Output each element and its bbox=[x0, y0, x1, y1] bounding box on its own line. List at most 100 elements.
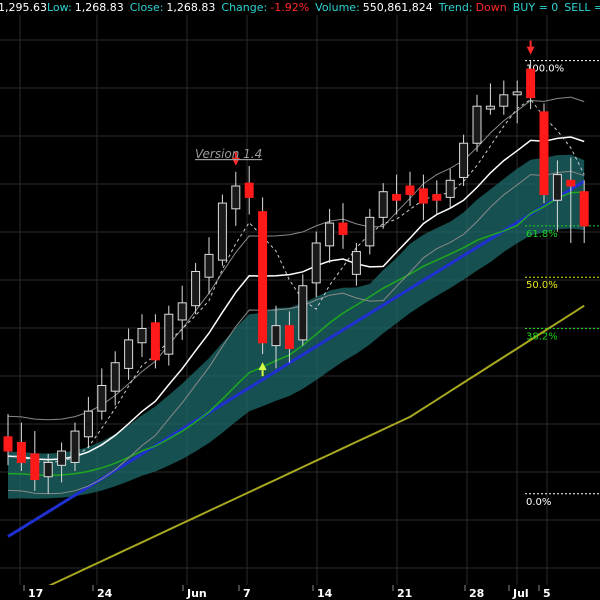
candle-body bbox=[150, 322, 160, 361]
cloud-area bbox=[8, 154, 585, 499]
candle bbox=[539, 103, 549, 204]
candle bbox=[512, 80, 522, 124]
x-tick-label: 5 bbox=[543, 587, 551, 600]
candle-body bbox=[539, 111, 549, 196]
ichimoku-cloud bbox=[8, 154, 585, 499]
candle bbox=[150, 314, 160, 369]
candle-body bbox=[83, 410, 93, 438]
candle-body bbox=[284, 325, 294, 349]
candle-body bbox=[57, 450, 67, 466]
x-tick-label: 7 bbox=[243, 587, 251, 600]
candle bbox=[311, 231, 321, 298]
header-low-value: 1,268.83 bbox=[75, 1, 124, 14]
candle-body bbox=[271, 325, 281, 347]
candle-body bbox=[311, 242, 321, 284]
x-tick-label: 21 bbox=[397, 587, 412, 600]
candle-body bbox=[70, 430, 80, 463]
candle bbox=[325, 208, 335, 263]
candle-body bbox=[405, 185, 415, 196]
quote-header: 1,295.63Low: 1,268.83 Close: 1,268.83 Change… bbox=[0, 0, 600, 15]
candle-body bbox=[499, 94, 509, 107]
candle-body bbox=[43, 461, 53, 478]
candle bbox=[124, 328, 134, 380]
candles bbox=[3, 60, 589, 494]
candle bbox=[231, 171, 241, 226]
candle bbox=[459, 134, 469, 186]
candle bbox=[499, 80, 509, 115]
candle-body bbox=[365, 216, 375, 247]
candle-body bbox=[432, 194, 442, 201]
candle-body bbox=[204, 253, 214, 278]
candle-body bbox=[351, 251, 361, 275]
candle-body bbox=[552, 174, 562, 201]
candle-body bbox=[97, 385, 107, 412]
candle bbox=[392, 174, 402, 215]
header-open_tail-value: 1,295.63 bbox=[0, 1, 47, 14]
candle bbox=[217, 194, 227, 266]
candle-body bbox=[30, 453, 40, 481]
x-tick-label: 24 bbox=[97, 587, 113, 600]
header-trend-value: Down bbox=[476, 1, 507, 14]
fibonacci-levels: 100.0%61.8%50.0%38.2%0.0% bbox=[525, 60, 600, 508]
candle bbox=[351, 243, 361, 286]
sell-arrow-icon bbox=[526, 46, 535, 55]
x-tick-label: Jun bbox=[186, 587, 207, 600]
fib-label: 0.0% bbox=[526, 497, 551, 508]
candle bbox=[365, 208, 375, 255]
candle-body bbox=[244, 182, 254, 198]
header-sell-label: SELL = 1 bbox=[564, 1, 600, 14]
header-close-value: 1,268.83 bbox=[166, 1, 215, 14]
candle-body bbox=[3, 436, 13, 452]
candle bbox=[137, 314, 147, 357]
version-label: Version 1.4 bbox=[195, 147, 262, 161]
x-axis-band bbox=[0, 585, 600, 600]
x-tick-label: 14 bbox=[317, 587, 333, 600]
candle bbox=[258, 197, 268, 355]
candle-body bbox=[258, 211, 268, 344]
x-tick-label: 17 bbox=[28, 587, 43, 600]
candle-body bbox=[392, 194, 402, 201]
candle bbox=[378, 183, 388, 229]
header-change-label: Change: bbox=[221, 1, 267, 14]
candle-body bbox=[231, 185, 241, 210]
candle-body bbox=[459, 142, 469, 178]
header-close-label: Close: bbox=[130, 1, 164, 14]
fib-label: 61.8% bbox=[526, 229, 558, 240]
candle bbox=[204, 237, 214, 295]
candle-body bbox=[579, 191, 589, 227]
candle-body bbox=[566, 179, 576, 187]
candle bbox=[244, 166, 254, 215]
candle-body bbox=[191, 271, 201, 307]
candle-body bbox=[378, 191, 388, 218]
candle bbox=[472, 94, 482, 152]
candle-body bbox=[526, 68, 536, 99]
header-buy-label: BUY = 0 bbox=[513, 1, 559, 14]
candle bbox=[298, 274, 308, 346]
candle-body bbox=[16, 442, 26, 463]
candle bbox=[83, 396, 93, 449]
candle-body bbox=[472, 105, 482, 144]
candle-body bbox=[177, 302, 187, 321]
x-tick-label: 28 bbox=[469, 587, 484, 600]
candle bbox=[164, 305, 174, 366]
x-tick-label: Jul bbox=[512, 587, 529, 600]
candle-body bbox=[338, 222, 348, 235]
chart-window: 100.0% 61.8% 50.0% 38.2% 0.0% Version 1.4 17… bbox=[0, 0, 600, 600]
header-change-value: -1.92% bbox=[270, 1, 309, 14]
candle-body bbox=[298, 285, 308, 341]
header-volume-value: 550,861,824 bbox=[363, 1, 433, 14]
header-trend-label: Trend: bbox=[438, 1, 473, 14]
candle-body bbox=[512, 91, 522, 96]
x-axis: 17 24 Jun 7 14 21 28 Jul 5 bbox=[0, 585, 600, 600]
header-low-label: Low: bbox=[47, 1, 72, 14]
candle-body bbox=[110, 362, 120, 392]
fib-label: 50.0% bbox=[526, 280, 558, 291]
candle bbox=[338, 203, 348, 249]
candle-body bbox=[164, 313, 174, 355]
stock-chart[interactable]: 100.0%61.8%50.0%38.2%0.0% Version 1.4 17… bbox=[0, 0, 600, 600]
fib-label: 38.2% bbox=[526, 332, 558, 343]
candle-body bbox=[445, 179, 455, 198]
ma-dashed-line bbox=[7, 98, 585, 463]
candle-body bbox=[485, 105, 495, 110]
candle-body bbox=[325, 222, 335, 247]
